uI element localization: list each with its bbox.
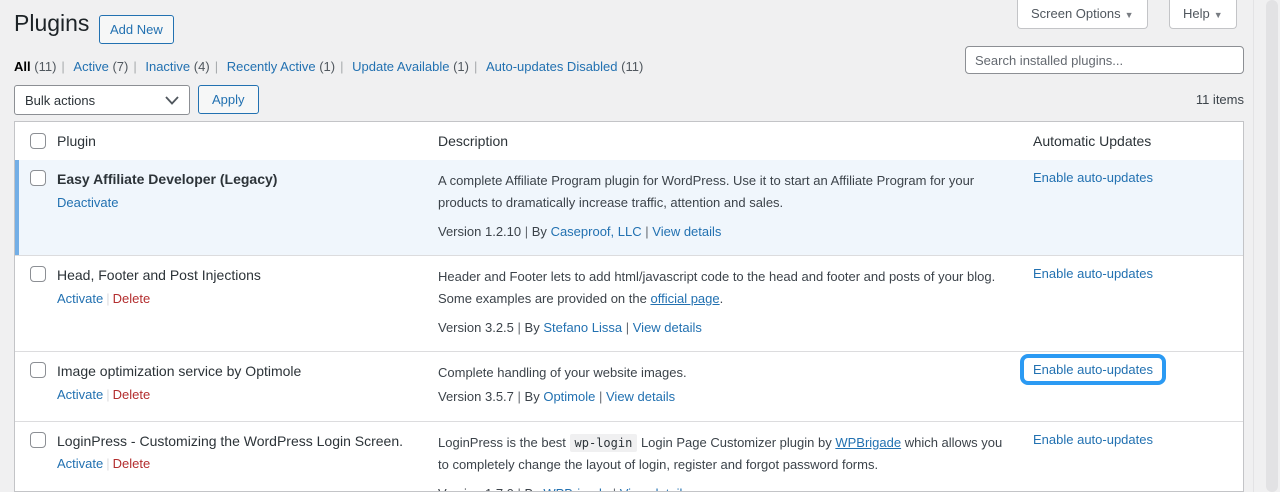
author-link[interactable]: WPBrigade	[543, 486, 609, 491]
filter-all[interactable]: All (11)	[14, 59, 56, 74]
view-details-link[interactable]: View details	[606, 389, 675, 404]
delete-link[interactable]: Delete	[113, 456, 151, 471]
filter-update-available[interactable]: Update Available (1)	[352, 59, 469, 74]
plugin-version: Version 3.5.7	[438, 389, 514, 405]
plugin-version: Version 3.2.5	[438, 320, 514, 336]
delete-link[interactable]: Delete	[113, 387, 151, 402]
author-link[interactable]: Caseproof, LLC	[551, 224, 642, 239]
apply-button[interactable]: Apply	[198, 85, 259, 114]
filter-separator: |	[340, 59, 344, 74]
filter-separator: |	[61, 59, 65, 74]
delete-link[interactable]: Delete	[113, 291, 151, 306]
plugin-version: Version 1.7.0	[438, 486, 514, 491]
official-page-link[interactable]: official page	[650, 291, 719, 306]
plugin-description: A complete Affiliate Program plugin for …	[438, 173, 975, 210]
plugin-meta: Version 1.2.10 | By Caseproof, LLC | Vie…	[438, 224, 722, 239]
table-row: Easy Affiliate Developer (Legacy) Deacti…	[15, 160, 1243, 256]
plugin-description: Header and Footer lets to add html/javas…	[438, 269, 996, 307]
plugins-page: Plugins Add New Screen Options▼ Help▼ Al…	[0, 0, 1280, 492]
plugin-name: Easy Affiliate Developer (Legacy)	[57, 171, 278, 187]
scrollbar-thumb[interactable]	[1266, 0, 1278, 492]
plugin-meta: Version 1.7.0 | By WPBrigade | View deta…	[438, 485, 1008, 491]
row-checkbox[interactable]	[30, 362, 46, 379]
row-checkbox[interactable]	[30, 170, 46, 186]
filter-auto-updates-disabled[interactable]: Auto-updates Disabled (11)	[486, 59, 643, 74]
table-row: Image optimization service by Optimole A…	[15, 351, 1243, 420]
plugin-version: Version 1.2.10	[438, 224, 522, 239]
highlight-box: Enable auto-updates	[1020, 354, 1166, 386]
help-button[interactable]: Help ▼	[1169, 0, 1237, 29]
plugin-status-filters: All (11) | Active (7) | Inactive (4) | Rece…	[14, 59, 643, 74]
add-new-button[interactable]: Add New	[99, 15, 174, 44]
enable-auto-updates-link[interactable]: Enable auto-updates	[1033, 266, 1153, 281]
column-header-plugin: Plugin	[57, 133, 96, 149]
plugin-name: LoginPress - Customizing the WordPress L…	[57, 432, 404, 449]
view-details-link[interactable]: View details	[620, 486, 689, 491]
search-input[interactable]	[965, 46, 1244, 74]
items-count: 11 items	[1195, 92, 1244, 107]
plugins-table: Plugin Description Automatic Updates Eas…	[14, 121, 1244, 492]
plugin-meta: Version 3.5.7 | By Optimole | View detai…	[438, 389, 676, 405]
view-details-link[interactable]: View details	[652, 224, 721, 239]
chevron-down-icon	[165, 95, 179, 105]
activate-link[interactable]: Activate	[57, 456, 103, 471]
enable-auto-updates-link[interactable]: Enable auto-updates	[1033, 432, 1153, 447]
row-checkbox[interactable]	[30, 431, 46, 448]
scrollbar-track[interactable]	[1253, 0, 1280, 492]
filter-inactive[interactable]: Inactive (4)	[145, 59, 209, 74]
select-all-checkbox[interactable]	[30, 133, 46, 149]
bulk-actions-bar: Bulk actions Apply	[14, 85, 259, 115]
chevron-down-icon: ▼	[1124, 10, 1134, 20]
wpbrigade-link[interactable]: WPBrigade	[835, 435, 901, 450]
filter-separator: |	[214, 59, 219, 74]
bulk-actions-select[interactable]: Bulk actions	[14, 85, 190, 115]
enable-auto-updates-link[interactable]: Enable auto-updates	[1033, 170, 1153, 185]
row-checkbox[interactable]	[30, 266, 46, 283]
plugin-description: Complete handling of your website images…	[438, 365, 687, 381]
filter-separator: |	[133, 59, 137, 74]
table-header-row: Plugin Description Automatic Updates	[15, 122, 1243, 160]
plugin-name: Head, Footer and Post Injections	[57, 267, 261, 284]
table-row: LoginPress - Customizing the WordPress L…	[15, 420, 1243, 491]
activate-link[interactable]: Activate	[57, 387, 103, 402]
filter-separator: |	[473, 59, 478, 74]
column-header-automatic-updates: Automatic Updates	[1033, 133, 1152, 149]
table-row: Head, Footer and Post Injections Activat…	[15, 255, 1243, 351]
filter-recently-active[interactable]: Recently Active (1)	[227, 59, 335, 74]
activate-link[interactable]: Activate	[57, 291, 103, 306]
author-link[interactable]: Optimole	[543, 389, 595, 404]
filter-active[interactable]: Active (7)	[73, 59, 128, 74]
screen-options-button[interactable]: Screen Options ▼	[1017, 0, 1148, 29]
author-link[interactable]: Stefano Lissa	[543, 320, 622, 335]
plugin-description: LoginPress is the best wp-login Login Pa…	[438, 433, 1003, 472]
page-title: Plugins	[14, 10, 90, 36]
code-snippet: wp-login	[569, 433, 638, 452]
chevron-down-icon: ▼	[1213, 10, 1223, 20]
column-header-description: Description	[438, 133, 509, 149]
deactivate-link[interactable]: Deactivate	[57, 195, 118, 210]
enable-auto-updates-link[interactable]: Enable auto-updates	[1033, 362, 1153, 377]
plugin-meta: Version 3.2.5 | By Stefano Lissa | View …	[438, 320, 702, 336]
plugin-name: Image optimization service by Optimole	[57, 363, 302, 380]
view-details-link[interactable]: View details	[633, 320, 702, 335]
